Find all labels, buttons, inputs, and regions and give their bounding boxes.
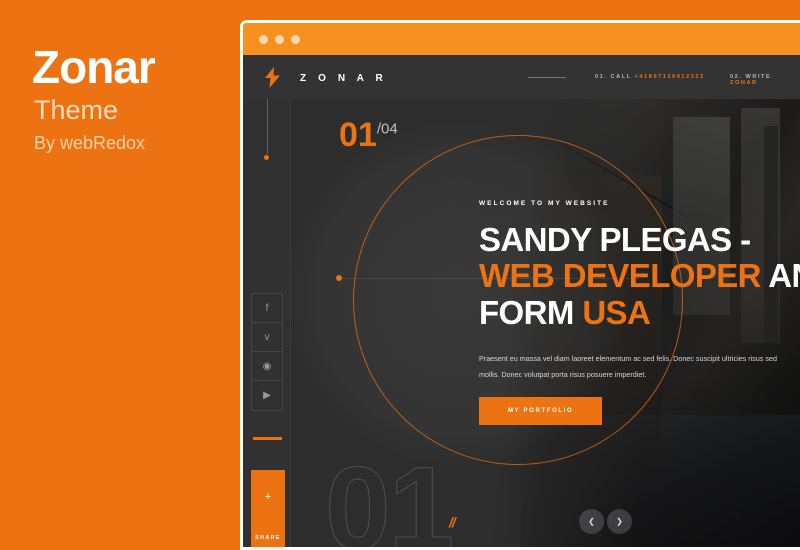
header-contact-call[interactable]: 01. CALL +41807156412322 [595,74,705,80]
site-viewport: Z O N A R 01. CALL +41807156412322 02. W… [243,55,800,550]
window-title-bar [243,23,800,55]
left-rail: f ᴠ ◉ ▶ + SHARE [243,99,291,547]
lightning-bolt-icon [265,67,280,88]
hero-line-dot [336,275,342,281]
prev-arrow-button[interactable]: ❮ [579,509,604,534]
plus-icon: + [264,491,272,503]
slide-counter: 01/04 [339,118,398,152]
window-dot-minimize[interactable] [275,35,284,44]
site-logo-text: Z O N A R [300,73,388,84]
slider-nav: ❮ ❯ [579,509,632,534]
headline-accent-web-developer: WEB DEVELOPER [479,257,762,295]
next-arrow-button[interactable]: ❯ [607,509,632,534]
hero-paragraph: Praesent eu massa vel diam laoreet eleme… [479,353,778,380]
headline-accent-usa: USA [582,293,651,331]
portfolio-button[interactable]: MY PORTFOLIO [479,397,603,426]
social-links: f ᴠ ◉ ▶ [251,293,283,411]
headline-line-2: WEB DEVELOPER AND DESIGNER [479,257,800,295]
slide-current: 01 [339,116,377,154]
hero-watermark-slash: // [449,514,456,530]
promo-author: By webRedox [34,133,146,153]
site-header: Z O N A R 01. CALL +41807156412322 02. W… [243,55,800,99]
promo-panel: Zonar Theme By webRedox [0,0,240,550]
header-divider-rule [528,77,566,78]
pinterest-icon[interactable]: ◉ [252,352,282,381]
rail-dot [264,155,269,160]
window-dot-close[interactable] [259,35,268,44]
rail-vertical-line [267,99,268,154]
promo-title: Zonar [32,41,156,93]
hero-copy: WELCOME TO MY WEBSITE SANDY PLEGAS - WEB… [479,200,800,426]
promo-subtitle: Theme [34,95,119,125]
slide-total: /04 [376,120,398,138]
headline-line-1: SANDY PLEGAS - [479,221,751,258]
headline-line-3: FORM USA [479,293,651,331]
browser-window: Z O N A R 01. CALL +41807156412322 02. W… [240,20,800,550]
share-label: SHARE [255,535,281,541]
header-contact-write[interactable]: 02. WRITE ZONAR [730,74,800,86]
twitter-icon[interactable]: ᴠ [252,323,282,352]
youtube-icon[interactable]: ▶ [252,381,282,410]
hero-watermark-number: 01 [324,443,454,550]
hero-stage: f ᴠ ◉ ▶ + SHARE 01/04 01 // WELCOME TO M… [243,99,800,550]
header-write-value: ZONAR [730,80,758,86]
facebook-icon[interactable]: f [252,294,282,323]
share-button[interactable]: + SHARE [251,470,285,547]
header-phone-number: +41807156412322 [634,74,705,80]
window-dot-maximize[interactable] [291,35,300,44]
rail-orange-marker [253,437,282,440]
hero-welcome-text: WELCOME TO MY WEBSITE [479,200,610,207]
hero-headline: SANDY PLEGAS - WEB DEVELOPER AND DESIGNE… [479,221,800,331]
